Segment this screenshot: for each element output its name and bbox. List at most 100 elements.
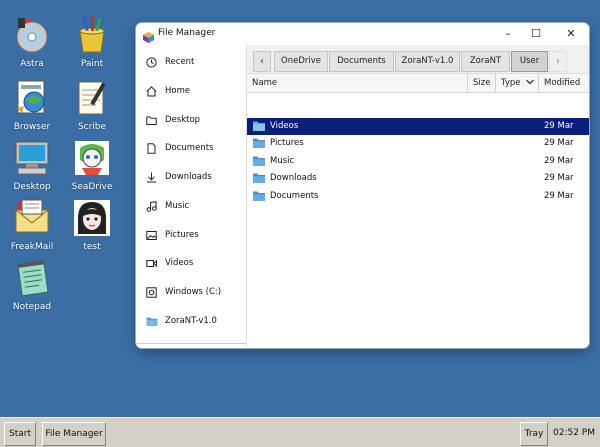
sidebar-scrollbar[interactable] [136,343,246,348]
sidebar-item-zorant[interactable]: ZoraNT-v1.0 [146,311,217,331]
column-type-label: Type [501,78,521,88]
file-row[interactable]: Downloads 29 Mar [247,170,589,187]
sidebar-item-documents[interactable]: Documents [146,138,213,158]
breadcrumb-documents[interactable]: Documents [329,51,394,72]
sidebar-item-windows-c[interactable]: Windows (C:) [146,282,221,302]
desktop-icon-label: test [83,242,101,252]
document-icon [146,142,157,154]
taskbar: Start File Manager Tray 02:52 PM [0,417,600,447]
notepad-pen-icon [72,78,112,118]
sidebar-item-music[interactable]: Music [146,196,189,216]
desktop-icon-label: SeaDrive [71,182,113,192]
music-icon [146,200,157,212]
column-size[interactable]: Size [467,74,495,92]
column-modified[interactable]: Modified [538,74,589,92]
file-modified: 29 Mar [544,156,574,166]
file-modified: 29 Mar [544,138,574,148]
folder-icon [253,138,265,148]
title-bar[interactable]: File Manager – ☐ ✕ [136,23,589,45]
column-name[interactable]: Name [247,74,467,92]
desktop-icon-seadrive[interactable]: SeaDrive [62,138,122,192]
video-icon [146,258,157,269]
breadcrumb-onedrive[interactable]: OneDrive [274,51,328,72]
column-type[interactable]: Type [495,74,538,92]
desktop-folder-icon [146,115,157,126]
sidebar-item-label: Documents [165,143,214,153]
taskbar-app-file-manager[interactable]: File Manager [42,422,106,446]
forward-button[interactable]: › [549,51,567,72]
desktop-icon-scribe[interactable]: Scribe [62,78,122,132]
file-modified: 29 Mar [544,191,574,201]
desktop-icon-test[interactable]: test [62,198,122,252]
sidebar-item-label: Downloads [165,172,212,182]
desktop-icon-label: FreakMail [10,242,54,252]
file-manager-window: File Manager – ☐ ✕ Recent Home Desktop D… [136,23,589,348]
sidebar-item-home[interactable]: Home [146,81,190,101]
breadcrumb: ‹ OneDrive Documents ZoraNT-v1.0 ZoraNT … [247,45,589,74]
sidebar: Recent Home Desktop Documents Downloads … [136,45,247,348]
paint-bucket-icon [72,15,112,55]
file-name: Music [270,156,295,166]
close-button[interactable]: ✕ [558,25,584,43]
desktop-icon-paint[interactable]: Paint [62,15,122,69]
breadcrumb-zorant[interactable]: ZoraNT [461,51,510,72]
sidebar-item-desktop[interactable]: Desktop [146,110,200,130]
clock: 02:52 PM [553,428,595,438]
clock-icon [146,56,157,68]
window-title: File Manager [158,28,216,38]
start-button[interactable]: Start [4,422,36,446]
pictures-icon [146,230,157,241]
sidebar-item-recent[interactable]: Recent [146,52,194,72]
sidebar-item-label: Windows (C:) [165,287,222,297]
sidebar-item-pictures[interactable]: Pictures [146,225,199,245]
desktop-icon-label: Astra [20,59,44,69]
file-name: Videos [270,121,299,131]
desktop-icon-browser[interactable]: Browser [2,78,62,132]
desktop-icon-label: Notepad [12,302,52,312]
file-row[interactable]: Pictures 29 Mar [247,135,589,152]
back-button[interactable]: ‹ [253,51,271,72]
computer-monitor-icon [12,138,52,178]
desktop-icon-astra[interactable]: Astra [2,15,62,69]
sidebar-item-label: Music [165,201,190,211]
file-name: Documents [270,191,319,201]
folder-icon [146,316,158,327]
file-row[interactable]: Documents 29 Mar [247,188,589,205]
sidebar-item-label: Recent [165,57,195,67]
file-modified: 29 Mar [544,121,574,131]
cd-disc-icon [12,15,52,55]
desktop-icon-label: Paint [80,59,104,69]
drive-icon [146,286,157,298]
desktop-icon-freakmail[interactable]: FreakMail [2,198,62,252]
column-header: Name Size Type Modified [247,74,589,93]
sidebar-item-downloads[interactable]: Downloads [146,167,212,187]
maximize-button[interactable]: ☐ [523,25,549,43]
file-manager-app-icon [143,28,154,43]
desktop-icon-label: Desktop [13,182,51,192]
anime-character-icon [72,198,112,238]
tray-button[interactable]: Tray [520,422,548,446]
folder-icon [253,191,265,201]
folder-icon [253,173,265,183]
desktop-icon-label: Browser [13,122,51,132]
sidebar-item-label: Home [165,86,191,96]
sidebar-item-label: Desktop [165,115,201,125]
sidebar-item-label: Videos [165,258,194,268]
home-icon [146,85,157,97]
sidebar-item-videos[interactable]: Videos [146,253,193,273]
desktop-icon-label: Scribe [77,122,107,132]
file-modified: 29 Mar [544,173,574,183]
seadrive-icon [72,138,112,178]
notepad-icon [12,258,52,298]
file-name: Downloads [270,173,317,183]
file-row[interactable]: Music 29 Mar [247,153,589,170]
breadcrumb-zorant-v1[interactable]: ZoraNT-v1.0 [395,51,460,72]
browser-icon [12,78,52,118]
desktop-icon-desktop[interactable]: Desktop [2,138,62,192]
file-list-pane: ‹ OneDrive Documents ZoraNT-v1.0 ZoraNT … [247,45,589,348]
desktop-icon-notepad[interactable]: Notepad [2,258,62,312]
file-row[interactable]: Videos 29 Mar [247,118,589,135]
minimize-button[interactable]: – [495,25,521,43]
folder-icon [253,121,265,131]
breadcrumb-user[interactable]: User [511,51,548,72]
